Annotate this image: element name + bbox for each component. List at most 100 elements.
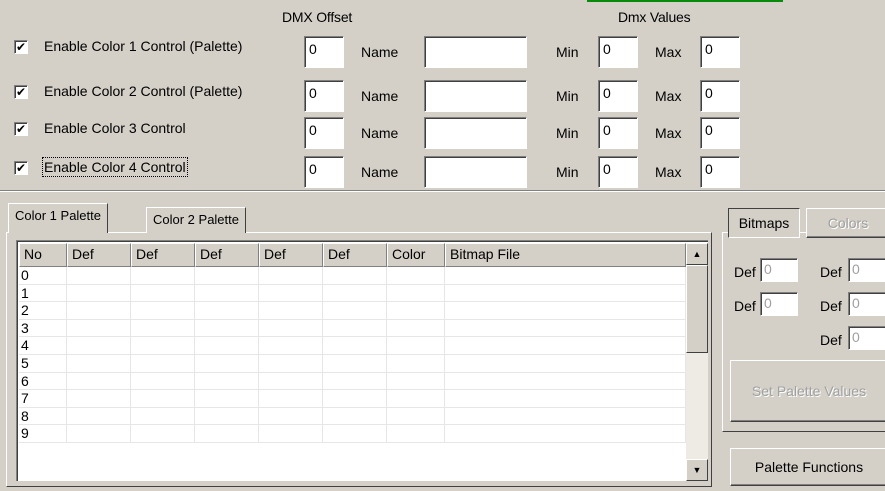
grid-cell[interactable] <box>131 284 195 302</box>
color-4-offset-input[interactable]: 0 <box>304 156 344 188</box>
grid-cell[interactable] <box>131 407 195 425</box>
colors-button[interactable]: Colors <box>806 208 885 238</box>
grid-cell[interactable] <box>195 267 259 284</box>
grid-cell[interactable] <box>259 284 323 302</box>
grid-cell[interactable] <box>67 390 131 407</box>
grid-cell[interactable] <box>259 319 323 337</box>
grid-cell[interactable] <box>323 267 387 284</box>
table-row[interactable]: 2 <box>19 302 686 320</box>
enable-color-3-label[interactable]: Enable Color 3 Control <box>44 120 186 136</box>
def-input-1[interactable]: 0 <box>760 258 798 282</box>
color-2-max-input[interactable]: 0 <box>700 80 740 112</box>
grid-cell[interactable] <box>131 390 195 407</box>
grid-cell[interactable] <box>445 372 686 390</box>
color-1-name-input[interactable] <box>424 36 527 68</box>
grid-cell[interactable] <box>387 337 445 354</box>
grid-cell[interactable] <box>67 354 131 372</box>
color-3-name-input[interactable] <box>424 117 527 149</box>
grid-cell[interactable] <box>195 302 259 319</box>
color-1-max-input[interactable]: 0 <box>700 36 740 68</box>
color-4-name-input[interactable] <box>424 156 527 188</box>
grid-cell[interactable] <box>131 319 195 337</box>
enable-color-4-checkbox[interactable]: ✔ <box>14 161 28 175</box>
grid-cell[interactable] <box>195 337 259 354</box>
grid-header-no[interactable]: No <box>19 243 67 267</box>
table-row[interactable]: 6 <box>19 372 686 391</box>
enable-color-2-label[interactable]: Enable Color 2 Control (Palette) <box>44 83 242 99</box>
grid-header-def-5[interactable]: Def <box>323 243 387 267</box>
grid-cell[interactable] <box>387 267 445 284</box>
color-3-min-input[interactable]: 0 <box>598 117 638 149</box>
table-row[interactable]: 1 <box>19 284 686 303</box>
grid-cell[interactable] <box>131 337 195 354</box>
palette-grid[interactable]: No Def Def Def Def Def Color Bitmap File… <box>16 240 708 481</box>
grid-cell[interactable] <box>259 390 323 407</box>
grid-header-def-1[interactable]: Def <box>67 243 131 267</box>
grid-cell[interactable] <box>67 267 131 284</box>
grid-cell[interactable] <box>387 425 445 442</box>
tab-color-2-palette[interactable]: Color 2 Palette <box>146 207 246 233</box>
palette-functions-button[interactable]: Palette Functions <box>730 448 885 486</box>
grid-cell[interactable] <box>259 267 323 284</box>
grid-vertical-scrollbar[interactable]: ▲ ▼ <box>686 243 708 481</box>
grid-cell[interactable] <box>67 284 131 302</box>
grid-cell[interactable] <box>323 372 387 390</box>
grid-cell[interactable] <box>131 302 195 319</box>
grid-cell[interactable] <box>67 337 131 354</box>
grid-cell[interactable] <box>323 390 387 407</box>
grid-cell[interactable] <box>259 354 323 372</box>
color-2-min-input[interactable]: 0 <box>598 80 638 112</box>
color-4-max-input[interactable]: 0 <box>700 156 740 188</box>
grid-cell[interactable] <box>195 284 259 302</box>
color-1-min-input[interactable]: 0 <box>598 36 638 68</box>
grid-cell[interactable] <box>445 354 686 372</box>
enable-color-3-checkbox[interactable]: ✔ <box>14 122 28 136</box>
color-1-offset-input[interactable]: 0 <box>304 36 344 68</box>
grid-cell[interactable] <box>195 372 259 390</box>
grid-cell[interactable] <box>259 302 323 319</box>
def-input-4[interactable]: 0 <box>848 292 885 316</box>
grid-cell[interactable] <box>445 284 686 302</box>
grid-cell[interactable] <box>445 425 686 442</box>
tab-color-1-palette[interactable]: Color 1 Palette <box>8 203 108 233</box>
grid-cell[interactable] <box>67 302 131 319</box>
grid-cell[interactable] <box>323 337 387 354</box>
grid-cell[interactable] <box>323 284 387 302</box>
color-3-offset-input[interactable]: 0 <box>304 117 344 149</box>
table-row[interactable]: 3 <box>19 319 686 338</box>
def-input-5[interactable]: 0 <box>848 326 885 350</box>
grid-cell[interactable] <box>131 267 195 284</box>
grid-cell[interactable] <box>67 372 131 390</box>
grid-cell[interactable] <box>67 425 131 442</box>
table-row[interactable]: 9 <box>19 425 686 443</box>
grid-cell[interactable] <box>445 390 686 407</box>
table-row[interactable]: 5 <box>19 354 686 373</box>
grid-cell[interactable] <box>387 319 445 337</box>
set-palette-values-button[interactable]: Set Palette Values <box>730 360 885 422</box>
grid-cell[interactable] <box>67 319 131 337</box>
grid-cell[interactable] <box>323 407 387 425</box>
color-4-min-input[interactable]: 0 <box>598 156 638 188</box>
grid-cell[interactable] <box>323 425 387 442</box>
grid-cell[interactable] <box>195 354 259 372</box>
grid-cell[interactable] <box>387 354 445 372</box>
grid-cell[interactable] <box>323 319 387 337</box>
grid-cell[interactable] <box>195 407 259 425</box>
table-row[interactable]: 0 <box>19 267 686 285</box>
grid-cell[interactable] <box>259 337 323 354</box>
grid-cell[interactable] <box>131 354 195 372</box>
color-3-max-input[interactable]: 0 <box>700 117 740 149</box>
grid-cell[interactable] <box>323 302 387 319</box>
grid-cell[interactable] <box>445 267 686 284</box>
grid-cell[interactable] <box>445 337 686 354</box>
scroll-thumb[interactable] <box>686 265 708 353</box>
grid-cell[interactable] <box>387 390 445 407</box>
grid-cell[interactable] <box>131 372 195 390</box>
grid-header-def-4[interactable]: Def <box>259 243 323 267</box>
grid-cell[interactable] <box>195 319 259 337</box>
scroll-up-arrow-icon[interactable]: ▲ <box>686 243 708 265</box>
grid-cell[interactable] <box>259 407 323 425</box>
grid-cell[interactable] <box>387 284 445 302</box>
enable-color-2-checkbox[interactable]: ✔ <box>14 85 28 99</box>
bitmaps-button[interactable]: Bitmaps <box>728 208 800 238</box>
